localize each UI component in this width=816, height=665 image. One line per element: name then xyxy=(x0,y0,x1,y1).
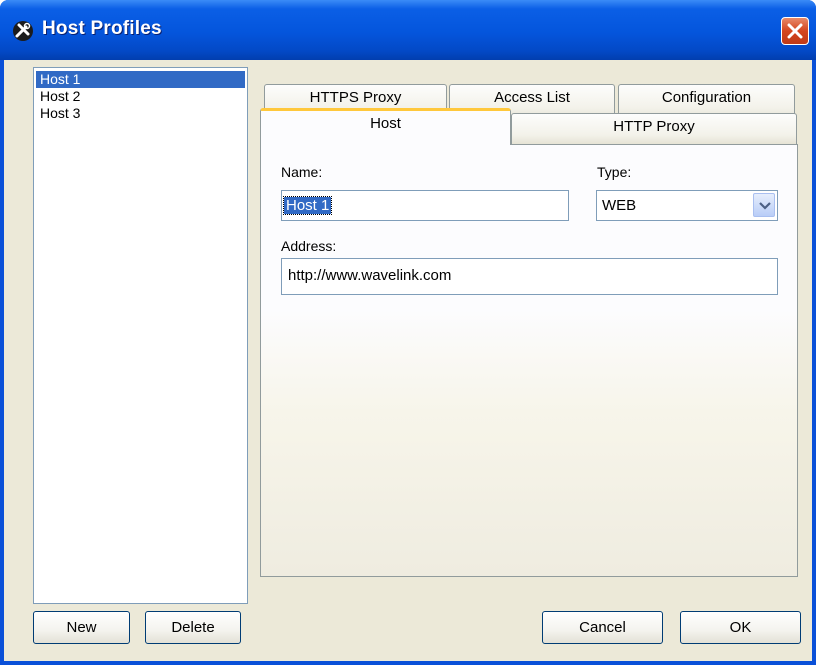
delete-button[interactable]: Delete xyxy=(145,611,241,644)
new-button[interactable]: New xyxy=(33,611,130,644)
tools-icon xyxy=(12,20,34,42)
close-button[interactable] xyxy=(781,17,809,45)
dialog-body: Host 1 Host 2 Host 3 HTTPS Proxy Access … xyxy=(4,60,812,661)
window-title: Host Profiles xyxy=(42,18,162,39)
title-bar[interactable]: Host Profiles xyxy=(0,0,816,60)
address-field[interactable]: http://www.wavelink.com xyxy=(281,258,778,295)
name-field[interactable]: Host 1 xyxy=(281,190,569,221)
chevron-down-icon xyxy=(759,202,771,210)
type-select[interactable]: WEB xyxy=(596,190,778,221)
close-icon xyxy=(787,23,803,39)
type-dropdown-button[interactable] xyxy=(753,193,775,217)
address-value: http://www.wavelink.com xyxy=(288,267,452,284)
dialog-window: Host Profiles Host 1 Host 2 Host 3 HTTPS… xyxy=(0,0,816,665)
name-value: Host 1 xyxy=(282,196,333,215)
ok-button[interactable]: OK xyxy=(680,611,801,644)
address-label: Address: xyxy=(281,238,337,254)
tab-label: HTTP Proxy xyxy=(613,118,695,135)
list-item[interactable]: Host 1 xyxy=(36,71,245,88)
cancel-button[interactable]: Cancel xyxy=(542,611,663,644)
tab-label: Host xyxy=(370,115,401,132)
tab-host[interactable]: Host xyxy=(260,108,511,145)
type-value: WEB xyxy=(602,197,637,214)
tab-label: Configuration xyxy=(661,89,752,106)
tab-label: HTTPS Proxy xyxy=(309,89,402,106)
list-item[interactable]: Host 2 xyxy=(36,88,245,105)
list-item[interactable]: Host 3 xyxy=(36,105,245,122)
name-label: Name: xyxy=(281,164,323,180)
host-list[interactable]: Host 1 Host 2 Host 3 xyxy=(33,67,248,604)
tab-panel-host: Name: Host 1 Type: WEB Address: http://w… xyxy=(260,144,798,577)
type-label: Type: xyxy=(597,164,632,180)
tab-http-proxy[interactable]: HTTP Proxy xyxy=(511,113,797,144)
tab-label: Access List xyxy=(494,89,570,106)
